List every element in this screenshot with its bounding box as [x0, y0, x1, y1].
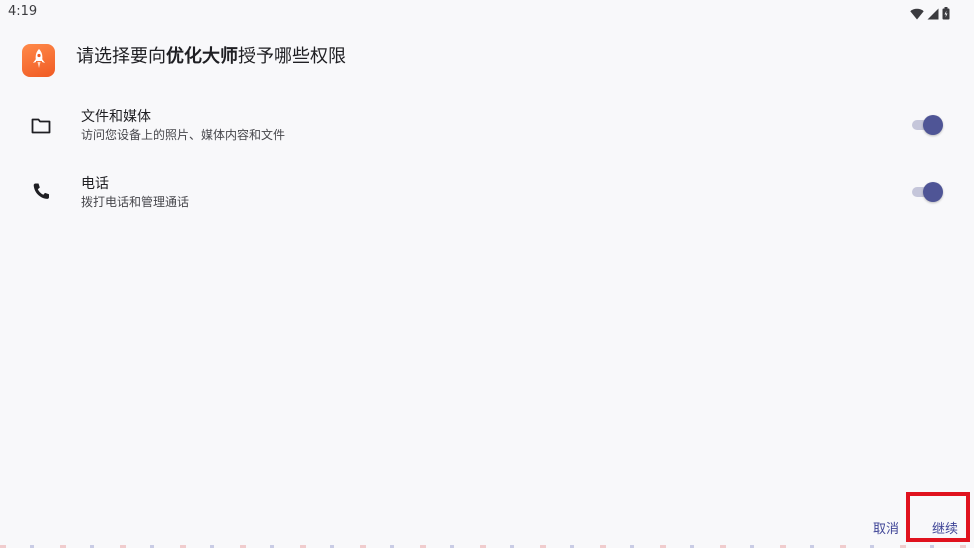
permission-description: 访问您设备上的照片、媒体内容和文件 — [81, 128, 286, 142]
toggle-thumb — [923, 115, 943, 135]
status-bar: 4:19 — [0, 0, 974, 24]
status-icons — [910, 5, 950, 24]
permission-description: 拨打电话和管理通话 — [81, 195, 190, 209]
permission-row-phone[interactable]: 电话 拨打电话和管理通话 — [0, 173, 974, 233]
rocket-icon — [30, 48, 48, 74]
signal-icon — [927, 5, 939, 24]
battery-icon — [942, 5, 950, 24]
toggle-thumb — [923, 182, 943, 202]
cancel-button[interactable]: 取消 — [873, 518, 899, 537]
title-suffix: 授予哪些权限 — [238, 45, 346, 67]
continue-button[interactable]: 继续 — [932, 518, 958, 537]
files-toggle[interactable] — [912, 114, 943, 136]
wifi-icon — [910, 5, 924, 24]
title-prefix: 请选择要向 — [76, 45, 166, 67]
dialog-title: 请选择要向优化大师授予哪些权限 — [76, 42, 346, 68]
dialog-header: 请选择要向优化大师授予哪些权限 — [22, 44, 346, 77]
permission-text-phone: 电话 拨打电话和管理通话 — [81, 175, 189, 211]
folder-icon — [30, 115, 52, 137]
phone-toggle[interactable] — [912, 181, 943, 203]
permission-screen: 4:19 请选择要向优化大师授予哪些权限 文件和媒体 访问您设备上的照片、媒体内… — [0, 0, 974, 548]
permission-row-files[interactable]: 文件和媒体 访问您设备上的照片、媒体内容和文件 — [0, 106, 974, 166]
phone-icon — [30, 181, 52, 203]
status-time: 4:19 — [8, 4, 38, 19]
app-name: 优化大师 — [166, 45, 238, 67]
permission-title: 文件和媒体 — [81, 109, 151, 125]
app-icon — [22, 44, 55, 77]
permission-text-files: 文件和媒体 访问您设备上的照片、媒体内容和文件 — [81, 108, 285, 144]
permission-title: 电话 — [81, 176, 109, 192]
